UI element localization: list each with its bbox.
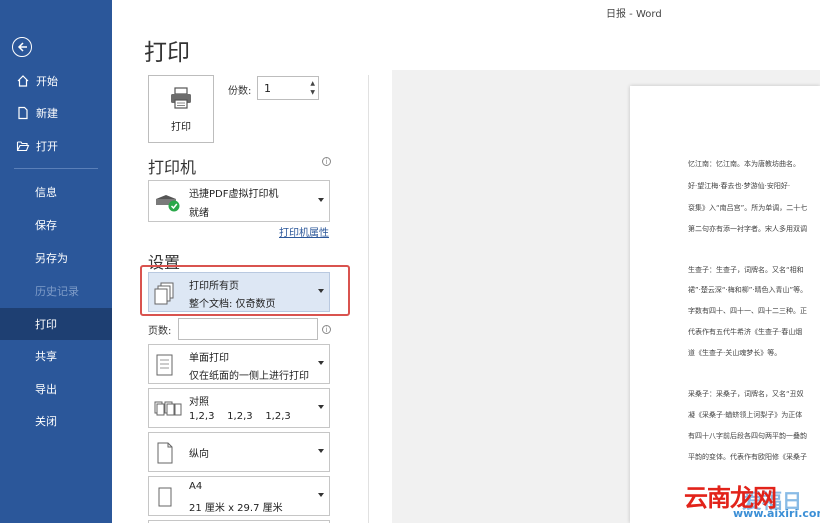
collate-icon xyxy=(154,399,182,423)
preview-line: 第二句亦有添一衬字者。宋人多用双调 xyxy=(688,225,807,233)
spin-up-icon[interactable]: ▲ xyxy=(310,79,315,88)
nav-divider xyxy=(14,168,98,169)
preview-line: 生查子：生查子，词牌名。又名“相和 xyxy=(688,266,804,274)
nav-new[interactable]: 新建 xyxy=(0,97,112,129)
highlight-box xyxy=(140,265,350,316)
preview-page: 忆江南：忆江南。本为唐教坊曲名。 好·望江梅·春去也·梦游仙·安阳好· 袞集》入… xyxy=(630,86,820,523)
printer-properties-link[interactable]: 打印机属性 xyxy=(279,224,329,239)
copies-label: 份数: xyxy=(228,86,252,97)
home-icon xyxy=(16,74,30,88)
nav-info[interactable]: 信息 xyxy=(0,176,112,208)
nav-share[interactable]: 共享 xyxy=(0,340,112,372)
nav-open[interactable]: 打开 xyxy=(0,130,112,162)
copies-spinner[interactable]: ▲ ▼ xyxy=(310,79,315,97)
new-document-icon xyxy=(16,106,30,120)
nav-export-label: 导出 xyxy=(35,383,57,396)
printer-name: 迅捷PDF虚拟打印机 xyxy=(189,189,279,200)
watermark-url: www.aixiri.com xyxy=(733,507,820,520)
preview-line: 袞集》入“南吕宫”。所为单调，二十七 xyxy=(688,204,808,212)
nav-history: 历史记录 xyxy=(0,275,112,307)
preview-line: 代表作有五代牛希济《生查子·春山烟 xyxy=(688,328,803,336)
panel-divider xyxy=(368,75,369,523)
nav-home[interactable]: 开始 xyxy=(0,65,112,97)
preview-line: 有四十八字前后段各四句两平韵一叠韵 xyxy=(688,432,807,440)
preview-line: 字数有四十、四十一、四十二三种。正 xyxy=(688,307,807,315)
nav-history-label: 历史记录 xyxy=(35,285,79,298)
pages-input[interactable] xyxy=(178,318,318,340)
orientation-dropdown[interactable]: 纵向 xyxy=(148,432,330,472)
back-arrow-icon[interactable] xyxy=(12,37,32,57)
preview-line: 道《生查子·关山魂梦长》等。 xyxy=(688,349,782,357)
nav-new-label: 新建 xyxy=(36,107,58,120)
orientation-line1: 纵向 xyxy=(189,449,209,460)
preview-line: 采桑子：采桑子，词牌名，又名“丑奴 xyxy=(688,390,804,398)
window-title: 日报 - Word xyxy=(606,9,662,20)
printer-info-icon[interactable]: i xyxy=(322,157,331,166)
sides-line1: 单面打印 xyxy=(189,353,229,364)
nav-info-label: 信息 xyxy=(35,186,57,199)
nav-print[interactable]: 打印 xyxy=(0,308,112,340)
nav-save-as-label: 另存为 xyxy=(35,252,68,265)
single-sided-icon xyxy=(154,353,176,381)
pages-label: 页数: xyxy=(148,326,172,337)
print-button-label: 打印 xyxy=(171,121,191,133)
chevron-down-icon xyxy=(318,493,324,497)
chevron-down-icon xyxy=(318,198,324,202)
spin-down-icon[interactable]: ▼ xyxy=(310,88,315,97)
nav-close-label: 关闭 xyxy=(35,415,57,428)
printer-ready-icon xyxy=(154,191,182,217)
printer-icon xyxy=(168,86,194,114)
nav-export[interactable]: 导出 xyxy=(0,373,112,405)
collate-line1: 对照 xyxy=(189,397,209,408)
printer-section-title: 打印机 xyxy=(148,158,197,177)
preview-line: 裙”·楚云深“·梅和柳”·晴色入青山”等。 xyxy=(688,286,808,294)
chevron-down-icon xyxy=(318,449,324,453)
pages-info-icon[interactable]: i xyxy=(322,325,331,334)
backstage-sidebar: 开始 新建 打开 信息 保存 另存为 历史记录 打印 共享 导出 关闭 xyxy=(0,0,112,523)
printer-dropdown[interactable]: 迅捷PDF虚拟打印机 就绪 xyxy=(148,180,330,222)
collate-dropdown[interactable]: 对照 1,2,3 1,2,3 1,2,3 xyxy=(148,388,330,428)
nav-print-label: 打印 xyxy=(35,318,57,331)
preview-line: 忆江南：忆江南。本为唐教坊曲名。 xyxy=(688,160,800,168)
nav-close[interactable]: 关闭 xyxy=(0,405,112,437)
print-button[interactable]: 打印 xyxy=(148,75,214,143)
preview-line: 平韵的变体。代表作有欧阳修《采桑子 xyxy=(688,453,807,461)
collate-line2: 1,2,3 1,2,3 1,2,3 xyxy=(189,411,291,422)
page-title: 打印 xyxy=(144,40,190,66)
preview-line: 好·望江梅·春去也·梦游仙·安阳好· xyxy=(688,182,791,190)
paper-size-dropdown[interactable]: A4 21 厘米 x 29.7 厘米 xyxy=(148,476,330,516)
paper-size-line1: A4 xyxy=(189,481,203,492)
nav-save-as[interactable]: 另存为 xyxy=(0,242,112,274)
sides-line2: 仅在纸面的一侧上进行打印 xyxy=(189,371,309,382)
copies-value: 1 xyxy=(264,82,271,95)
paper-size-icon xyxy=(154,485,176,513)
printer-status: 就绪 xyxy=(189,208,209,219)
portrait-icon xyxy=(154,441,176,469)
paper-size-line2: 21 厘米 x 29.7 厘米 xyxy=(189,503,283,514)
chevron-down-icon xyxy=(318,361,324,365)
copies-input[interactable]: 1 ▲ ▼ xyxy=(257,76,319,100)
nav-save-label: 保存 xyxy=(35,219,57,232)
nav-save[interactable]: 保存 xyxy=(0,209,112,241)
sides-dropdown[interactable]: 单面打印 仅在纸面的一侧上进行打印 xyxy=(148,344,330,384)
chevron-down-icon xyxy=(318,405,324,409)
nav-share-label: 共享 xyxy=(35,350,57,363)
nav-open-label: 打开 xyxy=(36,140,58,153)
preview-line: 凝《采桑子·蝤蛴领上诃梨子》为正体 xyxy=(688,411,803,419)
folder-open-icon xyxy=(16,139,30,153)
nav-home-label: 开始 xyxy=(36,75,58,88)
